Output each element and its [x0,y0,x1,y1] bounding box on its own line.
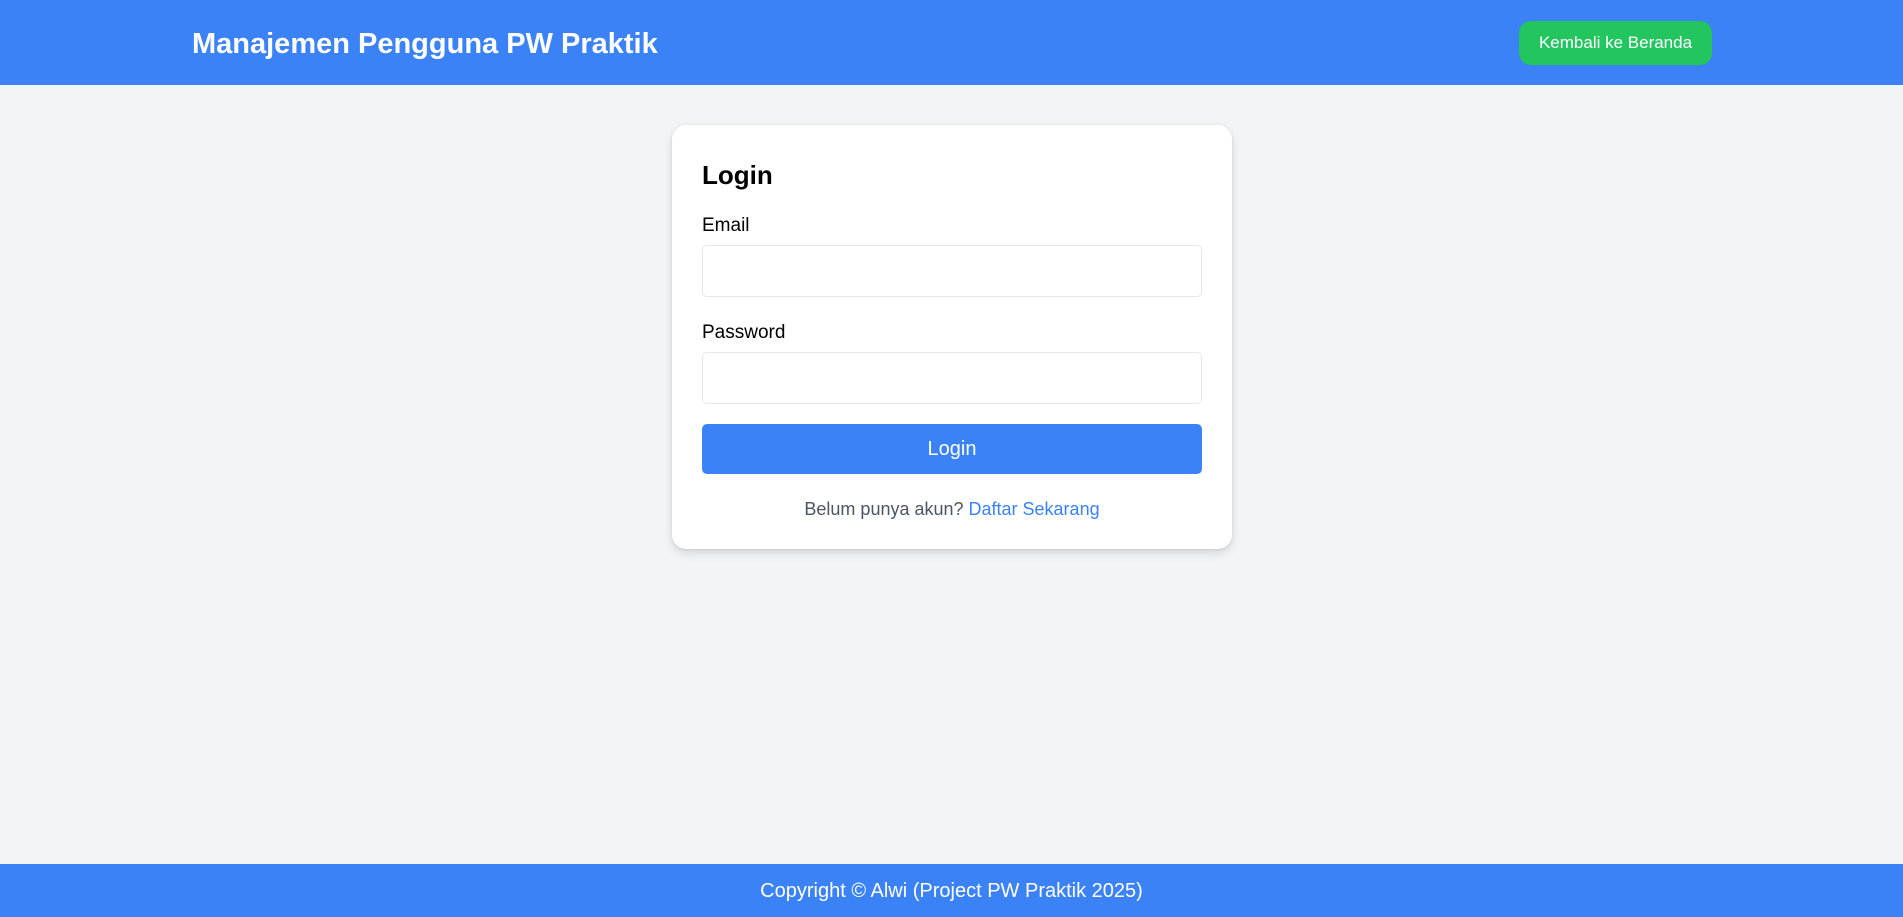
email-input[interactable] [702,245,1202,297]
page: Manajemen Pengguna PW Praktik Kembali ke… [0,0,1903,917]
login-card: Login Email Password Login Belum punya a… [672,125,1232,549]
register-prompt: Belum punya akun? Daftar Sekarang [672,497,1232,521]
app-title: Manajemen Pengguna PW Praktik [192,28,658,60]
email-label: Email [702,215,750,236]
footer: Copyright © Alwi (Project PW Praktik 202… [0,864,1903,917]
back-to-home-button[interactable]: Kembali ke Beranda [1519,21,1712,65]
login-title: Login [702,160,773,190]
login-submit-button[interactable]: Login [702,424,1202,474]
password-input[interactable] [702,352,1202,404]
register-link[interactable]: Daftar Sekarang [969,499,1100,519]
register-prompt-text: Belum punya akun? [804,499,969,519]
copyright-text: Copyright © Alwi (Project PW Praktik 202… [760,880,1143,902]
top-navbar: Manajemen Pengguna PW Praktik Kembali ke… [0,0,1903,85]
password-label: Password [702,322,786,343]
